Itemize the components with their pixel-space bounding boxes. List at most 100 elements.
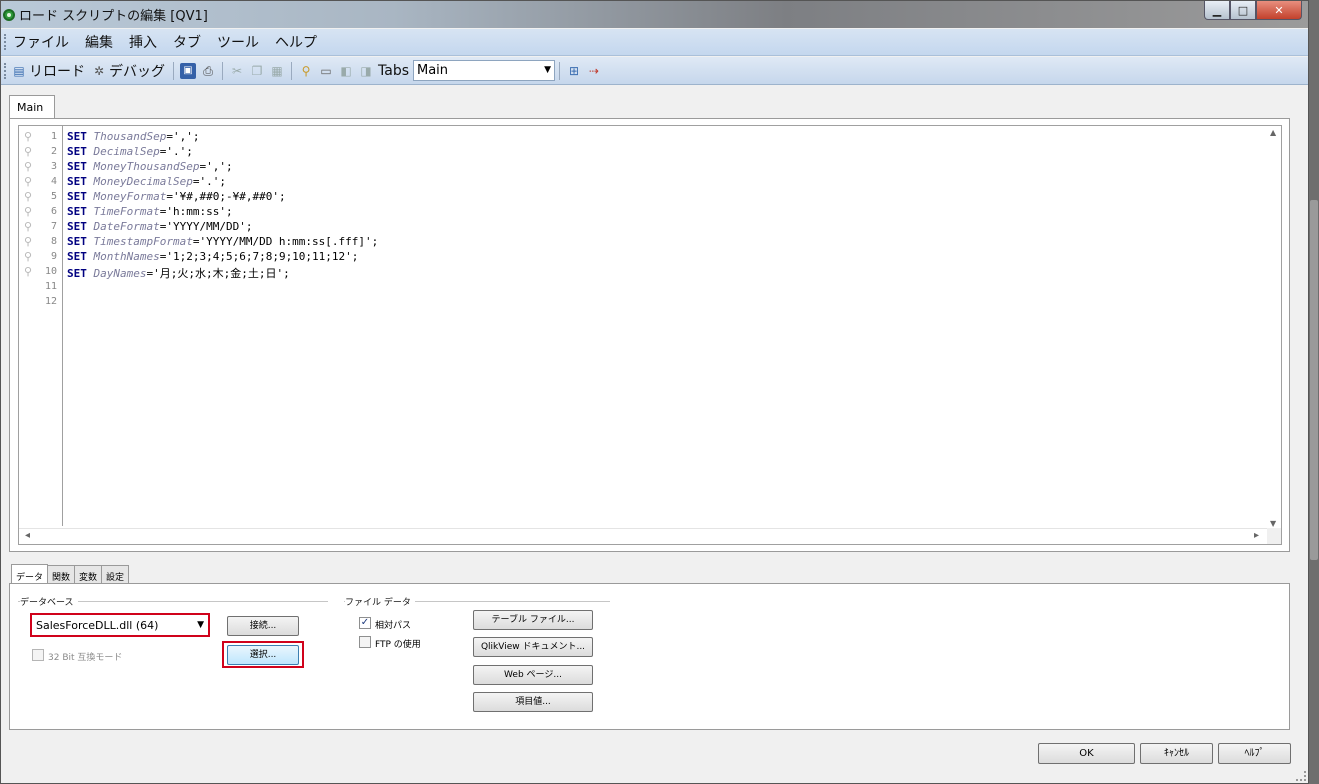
save-icon[interactable]: ▣ [180,62,196,79]
select-button[interactable]: 選択... [227,645,299,665]
menu-tools[interactable]: ツール [217,32,259,52]
copy-icon[interactable]: ❐ [249,63,265,79]
code-text: SET MoneyDecimalSep='.'; [67,175,226,188]
paste-icon[interactable]: ▦ [269,63,285,79]
promote-tab-icon[interactable]: ◧ [338,63,354,79]
database-group-label: データベース [20,595,78,608]
code-line[interactable]: ⚲ 9 SET MonthNames='1;2;3;4;5;6;7;8;9;10;1… [19,250,1219,265]
scroll-corner [1267,528,1281,544]
bookmark-pin-icon[interactable]: ⚲ [24,266,36,277]
menu-insert[interactable]: 挿入 [129,32,157,52]
code-line[interactable]: ⚲ 4 SET MoneyDecimalSep='.'; [19,175,1219,190]
tab-variables[interactable]: 変数 [74,565,103,584]
line-number: 5 [50,191,57,202]
bookmark-pin-icon[interactable]: ⚲ [24,176,36,187]
bookmark-pin-icon[interactable]: ⚲ [24,221,36,232]
bookmark-pin-icon[interactable]: ⚲ [24,161,36,172]
data-panel: データベース SalesForceDLL.dll (64) ▼ 接続... 選択… [9,583,1290,730]
toolbar-separator [559,61,560,80]
new-tab-icon[interactable]: ▭ [318,63,334,79]
reload-button[interactable]: ▤ リロード [9,61,85,81]
variable-name: TimestampFormat [93,235,193,248]
keyword: SET [67,250,87,263]
keyword: SET [67,145,87,158]
line-number: 7 [50,221,57,232]
maximize-button[interactable]: □ [1230,1,1256,20]
menu-file[interactable]: ファイル [13,32,69,52]
scroll-up-icon[interactable]: ▲ [1270,128,1276,137]
keyword: SET [67,190,87,203]
code-line[interactable]: ⚲ 7 SET DateFormat='YYYY/MM/DD'; [19,220,1219,235]
toolbar: ▤ リロード ✲ デバッグ ▣ ⎙ ✂ ❐ ▦ ⚲ ▭ ◧ ◨ Tabs Mai… [1,57,1308,85]
assignment-value: ='1;2;3;4;5;6;7;8;9;10;11;12'; [159,250,359,263]
web-page-button[interactable]: Web ページ... [473,665,593,685]
bookmark-pin-icon[interactable]: ⚲ [24,131,36,142]
minimize-button[interactable]: ▁ [1204,1,1230,20]
code-line[interactable]: ⚲ 6 SET TimeFormat='h:mm:ss'; [19,205,1219,220]
tabs-label: Tabs [378,62,409,79]
keyword: SET [67,220,87,233]
horizontal-scrollbar[interactable]: ◂ ▸ [19,528,1269,544]
tab-functions[interactable]: 関数 [47,565,76,584]
code-text: SET DayNames='月;火;水;木;金;土;日'; [67,265,290,281]
scroll-down-icon[interactable]: ▼ [1270,519,1276,528]
scroll-left-icon[interactable]: ◂ [25,530,30,541]
syntax-check-icon[interactable]: ⇢ [586,63,602,79]
code-line[interactable]: ⚲ 3 SET MoneyThousandSep=','; [19,160,1219,175]
toolbar-separator [173,61,174,80]
code-line[interactable]: ⚲ 2 SET DecimalSep='.'; [19,145,1219,160]
scroll-right-icon[interactable]: ▸ [1254,530,1259,541]
bookmark-pin-icon[interactable]: ⚲ [24,146,36,157]
database-dropdown[interactable]: SalesForceDLL.dll (64) ▼ [30,613,210,637]
bookmark-pin-icon[interactable]: ⚲ [24,191,36,202]
relative-path-label: 相対パス [375,621,412,631]
table-viewer-icon[interactable]: ⊞ [566,63,582,79]
connect-button[interactable]: 接続... [227,616,299,636]
menu-tab[interactable]: タブ [173,32,201,52]
menu-help[interactable]: ヘルプ [275,32,317,52]
debug-button[interactable]: ✲ デバッグ [89,61,165,81]
title-bar[interactable]: ロード スクリプトの編集 [QV1] ▁ □ ✕ [1,1,1308,28]
tab-data[interactable]: データ [11,564,49,584]
relative-path-checkbox[interactable]: ✓ [359,617,371,629]
cut-icon[interactable]: ✂ [229,63,245,79]
script-editor[interactable]: ⚲ 1 SET ThousandSep=','; ⚲ 2 SET DecimalSep='… [18,125,1282,545]
tab-main[interactable]: Main [9,95,55,119]
tab-settings[interactable]: 設定 [101,565,130,584]
code-text: SET TimeFormat='h:mm:ss'; [67,205,233,218]
qlikview-document-button[interactable]: QlikView ドキュメント... [473,637,593,657]
bookmark-pin-icon[interactable]: ⚲ [24,236,36,247]
line-number: 4 [50,176,57,187]
variable-name: MoneyDecimalSep [93,175,193,188]
code-line[interactable]: ⚲ 5 SET MoneyFormat='¥#,##0;-¥#,##0'; [19,190,1219,205]
find-icon[interactable]: ⚲ [298,63,314,79]
reload-icon: ▤ [13,63,25,78]
demote-tab-icon[interactable]: ◨ [358,63,374,79]
help-button[interactable]: ﾍﾙﾌﾟ [1218,743,1291,764]
code-line[interactable]: 11 [19,280,1219,295]
cancel-button[interactable]: ｷｬﾝｾﾙ [1140,743,1213,764]
bookmark-pin-icon[interactable]: ⚲ [24,206,36,217]
code-line[interactable]: ⚲ 1 SET ThousandSep=','; [19,130,1219,145]
print-icon[interactable]: ⎙ [200,63,216,79]
code-line[interactable]: 12 [19,295,1219,310]
code-line[interactable]: ⚲ 8 SET TimestampFormat='YYYY/MM/DD h:mm:s… [19,235,1219,250]
table-file-button[interactable]: テーブル ファイル... [473,610,593,630]
field-value-button[interactable]: 項目値... [473,692,593,712]
menu-edit[interactable]: 編集 [85,32,113,52]
background-scrollbar [1309,0,1319,784]
vertical-scrollbar[interactable]: ▲ ▼ [1267,126,1281,530]
ok-button[interactable]: OK [1038,743,1135,764]
tabs-dropdown[interactable]: Main ▼ [413,60,555,81]
line-number: 12 [44,296,57,307]
compat-mode-checkbox[interactable] [32,649,44,661]
close-button[interactable]: ✕ [1256,1,1302,20]
code-text: SET MonthNames='1;2;3;4;5;6;7;8;9;10;11;… [67,250,358,263]
bookmark-pin-icon[interactable]: ⚲ [24,251,36,262]
database-dropdown-value: SalesForceDLL.dll (64) [36,619,159,632]
line-number: 6 [50,206,57,217]
ftp-checkbox[interactable] [359,636,371,648]
line-number: 3 [50,161,57,172]
resize-grip[interactable] [1296,771,1306,781]
code-line[interactable]: ⚲ 10 SET DayNames='月;火;水;木;金;土;日'; [19,265,1219,280]
